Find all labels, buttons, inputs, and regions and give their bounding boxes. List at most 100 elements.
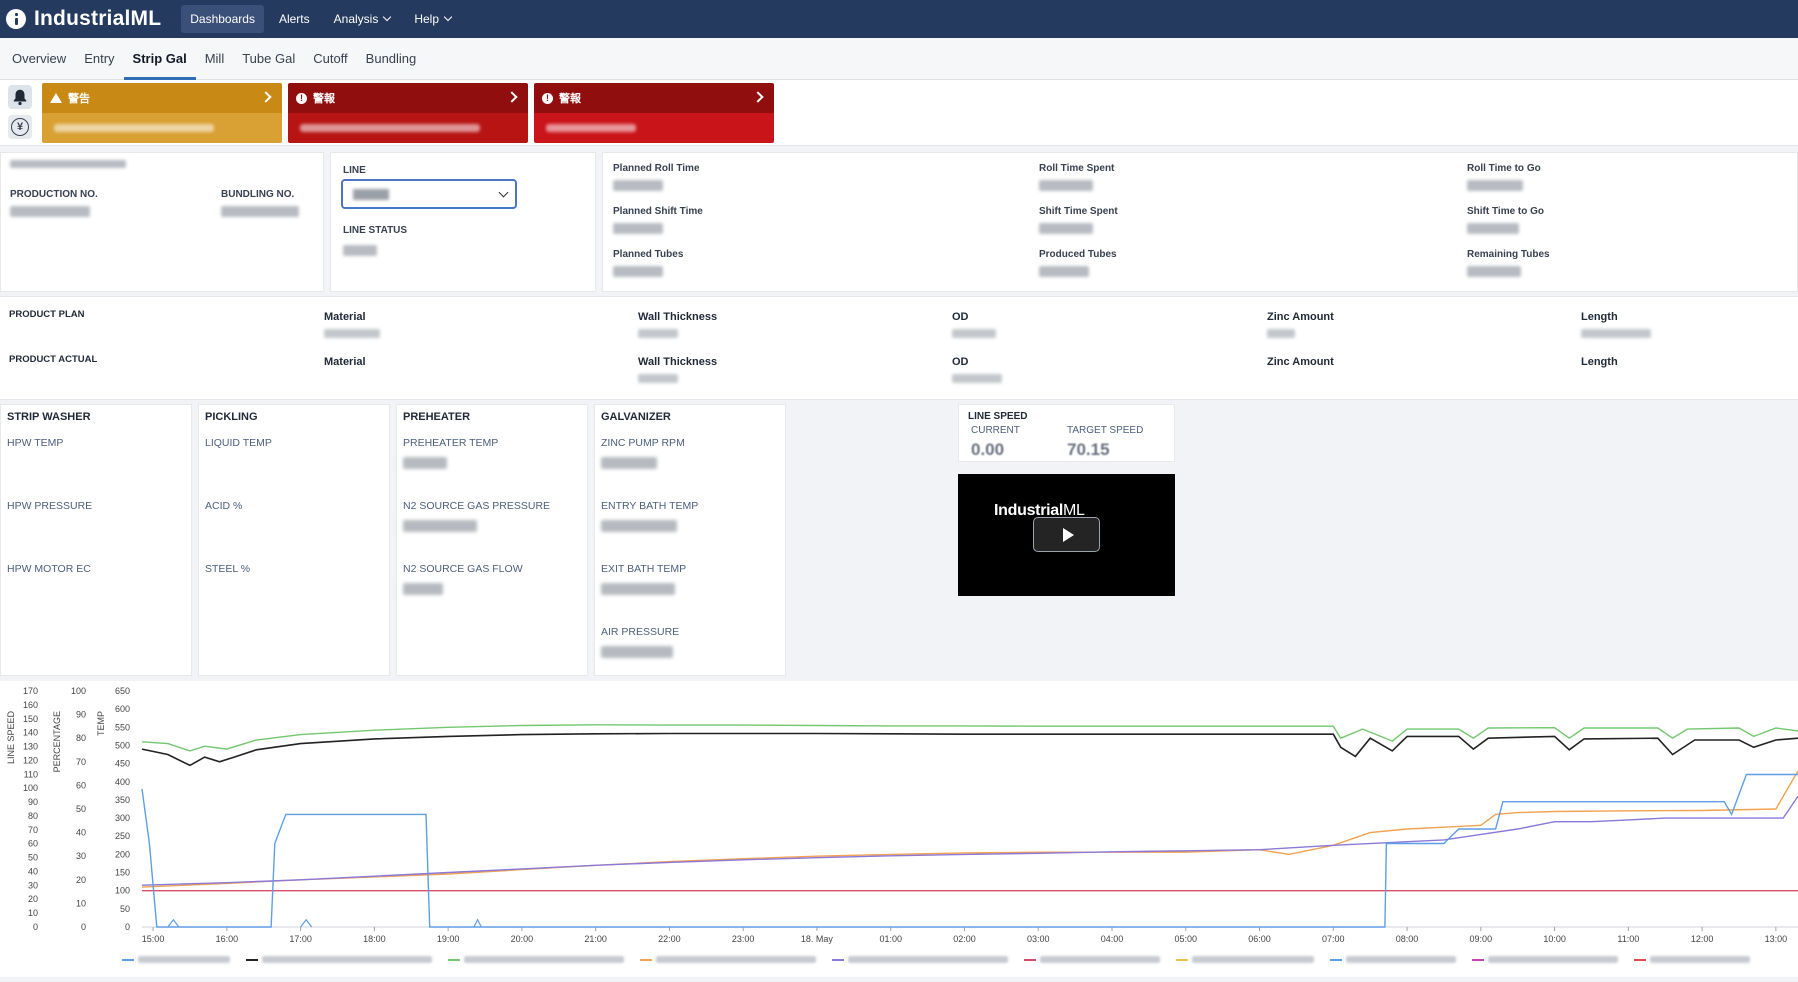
x-tick-label: 01:00 bbox=[879, 934, 902, 944]
alert-message-redacted bbox=[300, 124, 480, 132]
chevron-right-icon[interactable] bbox=[506, 91, 518, 103]
legend-text-redacted bbox=[1040, 956, 1160, 963]
process-chart: 0 10 20 30 40 50 60 70 80 90 100 110 120 130 140 150 160… bbox=[0, 681, 1798, 977]
y-tick-label: 20 bbox=[28, 894, 38, 904]
actual-od-label: OD bbox=[952, 356, 969, 368]
production-no-value bbox=[10, 206, 90, 217]
y-tick-label: 90 bbox=[76, 710, 86, 720]
production-no-block: PRODUCTION NO. bbox=[10, 189, 98, 217]
production-card: PRODUCTION NO. BUNDLING NO. bbox=[0, 152, 324, 292]
alert-message-redacted bbox=[546, 124, 636, 132]
legend-item[interactable] bbox=[640, 956, 816, 963]
x-tick-label: 23:00 bbox=[732, 934, 755, 944]
tab-overview[interactable]: Overview bbox=[3, 38, 75, 80]
galvanizer-title: GALVANIZER bbox=[601, 411, 671, 423]
nav-label: Analysis bbox=[333, 12, 379, 26]
nav-analysis[interactable]: Analysis bbox=[325, 5, 400, 33]
entry-bath-temp-value bbox=[601, 520, 677, 532]
produced-tubes-value bbox=[1039, 266, 1089, 277]
yen-button[interactable]: ¥ bbox=[8, 115, 32, 139]
exclamation-circle-icon: ! bbox=[542, 92, 553, 104]
y-tick-label: 250 bbox=[115, 831, 130, 841]
legend-text-redacted bbox=[848, 956, 1008, 963]
chevron-right-icon[interactable] bbox=[752, 91, 764, 103]
alert-title: 警報 bbox=[313, 93, 335, 105]
line-status-label: LINE STATUS bbox=[343, 225, 408, 236]
line-select-value bbox=[353, 189, 389, 200]
nav-dashboards[interactable]: Dashboards bbox=[181, 5, 264, 33]
plan-zinc-amount-value bbox=[1267, 329, 1295, 338]
bundling-no-block: BUNDLING NO. bbox=[221, 189, 299, 217]
planned-tubes: Planned Tubes bbox=[613, 249, 683, 277]
tab-tube-gal[interactable]: Tube Gal bbox=[233, 38, 304, 80]
y-tick-label: 50 bbox=[28, 853, 38, 863]
preheater-temp-value bbox=[403, 457, 447, 469]
x-tick-label: 20:00 bbox=[511, 934, 534, 944]
legend-item[interactable] bbox=[448, 956, 624, 963]
x-tick-label: 11:00 bbox=[1617, 934, 1639, 944]
y-tick-label: 0 bbox=[81, 922, 86, 932]
info-logo-icon bbox=[6, 9, 26, 29]
bell-button[interactable] bbox=[8, 85, 32, 109]
steel-percent-label: STEEL % bbox=[205, 563, 251, 575]
liquid-temp-label: LIQUID TEMP bbox=[205, 437, 272, 449]
planned-shift-time-label: Planned Shift Time bbox=[613, 206, 703, 217]
y-tick-label: 120 bbox=[23, 755, 38, 765]
video-player[interactable]: IndustrialML bbox=[958, 474, 1175, 596]
plan-wall-thickness-value bbox=[638, 329, 678, 338]
current-speed-label: CURRENT bbox=[971, 425, 1020, 436]
nav-help[interactable]: Help bbox=[405, 5, 460, 33]
y-axis-title: TEMP bbox=[96, 711, 106, 736]
production-no-label: PRODUCTION NO. bbox=[10, 189, 98, 200]
x-tick-label: 15:00 bbox=[142, 934, 165, 944]
series-blip bbox=[300, 918, 313, 928]
legend-swatch bbox=[1330, 958, 1342, 961]
line-speed-card: LINE SPEED CURRENT TARGET SPEED 0.00 70.… bbox=[958, 404, 1175, 462]
legend-item[interactable] bbox=[122, 956, 230, 963]
tab-mill[interactable]: Mill bbox=[196, 38, 234, 80]
alert-card-warning[interactable]: 警告 bbox=[42, 83, 282, 143]
legend-text-redacted bbox=[1650, 956, 1750, 963]
legend-swatch bbox=[640, 958, 652, 961]
n2-source-gas-pressure-value bbox=[403, 520, 477, 532]
planned-roll-time: Planned Roll Time bbox=[613, 163, 700, 191]
alert-card-alarm-2[interactable]: ! 警報 bbox=[534, 83, 774, 143]
legend-item[interactable] bbox=[246, 956, 432, 963]
nav-label: Alerts bbox=[278, 12, 310, 26]
tab-entry[interactable]: Entry bbox=[75, 38, 123, 80]
line-select[interactable] bbox=[341, 179, 517, 209]
legend-item[interactable] bbox=[1634, 956, 1750, 963]
alert-card-alarm-1[interactable]: ! 警報 bbox=[288, 83, 528, 143]
x-tick-label: 07:00 bbox=[1322, 934, 1345, 944]
app-brand[interactable]: IndustrialML bbox=[6, 7, 161, 31]
shift-time-to-go-value bbox=[1467, 223, 1519, 234]
nav-alerts[interactable]: Alerts bbox=[270, 5, 319, 33]
preheater-panel: PREHEATER PREHEATER TEMP N2 SOURCE GAS P… bbox=[396, 404, 588, 676]
play-button[interactable] bbox=[1033, 517, 1100, 552]
legend-item[interactable] bbox=[1472, 956, 1618, 963]
planned-roll-time-label: Planned Roll Time bbox=[613, 163, 700, 174]
chevron-down-icon bbox=[498, 187, 509, 198]
chevron-right-icon[interactable] bbox=[260, 91, 272, 103]
timestamp-redacted bbox=[10, 160, 126, 168]
tab-cutoff[interactable]: Cutoff bbox=[304, 38, 356, 80]
yen-icon: ¥ bbox=[11, 118, 29, 136]
shift-time-spent-value bbox=[1039, 223, 1093, 234]
legend-item[interactable] bbox=[1330, 956, 1456, 963]
actual-length-label: Length bbox=[1581, 356, 1618, 368]
planned-shift-time-value bbox=[613, 223, 663, 234]
legend-item[interactable] bbox=[1176, 956, 1314, 963]
shift-time-to-go: Shift Time to Go bbox=[1467, 206, 1544, 234]
x-tick-label: 18:00 bbox=[363, 934, 386, 944]
y-tick-label: 200 bbox=[115, 849, 130, 859]
planned-shift-time: Planned Shift Time bbox=[613, 206, 703, 234]
x-tick-label: 19:00 bbox=[437, 934, 460, 944]
tab-bundling[interactable]: Bundling bbox=[357, 38, 426, 80]
y-tick-label: 550 bbox=[115, 722, 130, 732]
tab-strip-gal[interactable]: Strip Gal bbox=[123, 38, 196, 80]
y-tick-label: 170 bbox=[23, 686, 38, 696]
legend-item[interactable] bbox=[1024, 956, 1160, 963]
y-tick-label: 110 bbox=[24, 769, 38, 779]
roll-time-to-go-label: Roll Time to Go bbox=[1467, 163, 1541, 174]
legend-item[interactable] bbox=[832, 956, 1008, 963]
